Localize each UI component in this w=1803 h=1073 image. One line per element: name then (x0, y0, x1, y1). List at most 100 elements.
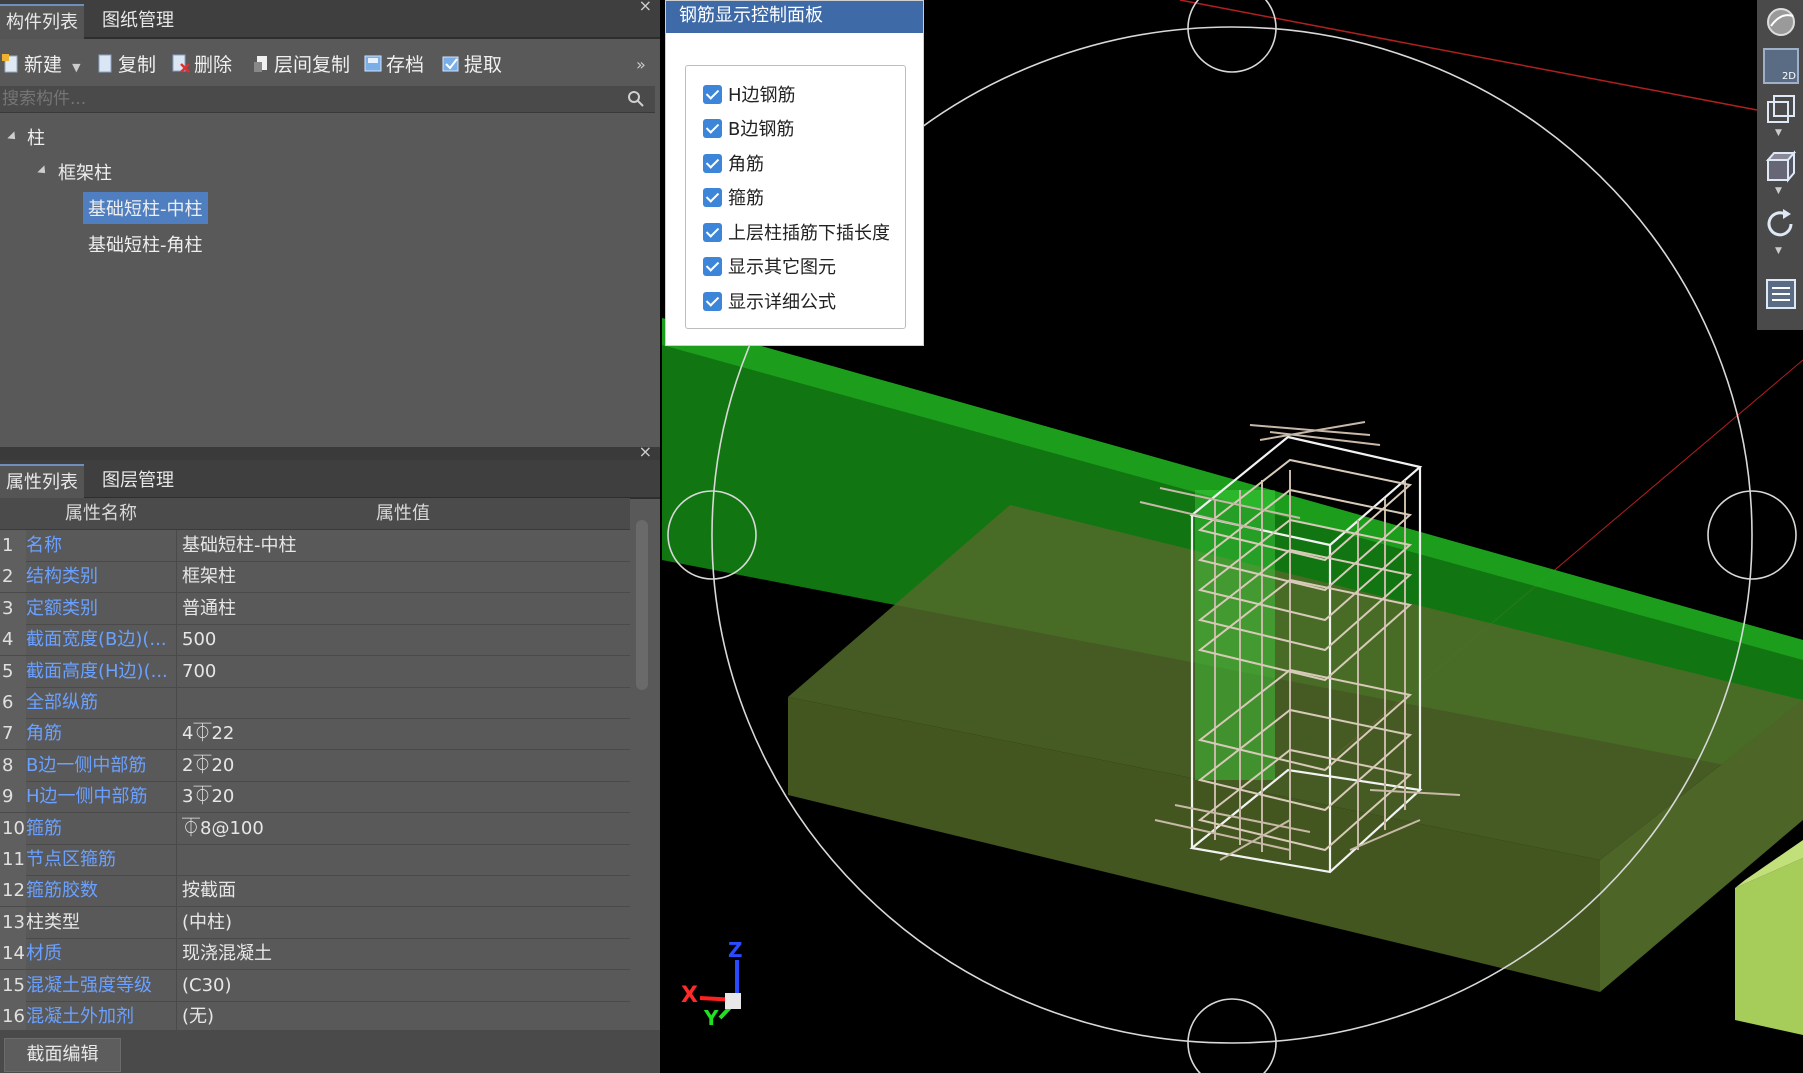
layer-panel-icon[interactable] (1763, 276, 1799, 312)
expand-arrow-icon[interactable] (7, 131, 19, 143)
option-show-other-elements[interactable]: 显示其它图元 (703, 253, 836, 279)
search-input[interactable] (0, 86, 614, 112)
property-value[interactable] (182, 687, 622, 718)
component-toolbar: 新建 ▼ 复制 删除 层间复制 存档 提取 » (0, 47, 660, 83)
expand-arrow-icon[interactable] (37, 165, 49, 177)
property-row[interactable]: 5 截面高度(H边)(... 700 (0, 655, 630, 688)
property-table-header: 属性名称 属性值 (0, 498, 630, 530)
option-label: 显示其它图元 (728, 257, 836, 278)
property-value[interactable]: 500 (182, 624, 622, 655)
search-icon[interactable] (627, 90, 645, 108)
property-value[interactable]: 4⏁22 (182, 718, 622, 749)
property-name: 截面宽度(B边)(... (26, 629, 167, 651)
close-icon[interactable]: × (639, 442, 652, 461)
section-edit-button[interactable]: 截面编辑 (4, 1038, 121, 1072)
property-value[interactable]: 普通柱 (182, 593, 622, 624)
checkbox-checked-icon[interactable] (703, 154, 722, 173)
chevron-down-icon[interactable]: ▼ (1775, 246, 1782, 256)
control-panel-title[interactable]: 钢筋显示控制面板 (666, 1, 923, 33)
checkbox-checked-icon[interactable] (703, 188, 722, 207)
chevron-down-icon[interactable]: ▼ (1775, 186, 1782, 196)
property-value[interactable]: ⏁8@100 (182, 813, 622, 844)
new-button[interactable]: 新建 ▼ (2, 51, 81, 79)
property-name: 结构类别 (26, 566, 98, 588)
component-tabbar: 构件列表 图纸管理 × (0, 0, 660, 39)
rebar-display-control-panel: 钢筋显示控制面板 H边钢筋 B边钢筋 角筋 箍筋 上层柱插筋下插长度 显示其它图… (665, 0, 924, 346)
save-archive-button[interactable]: 存档 (364, 51, 424, 79)
chevron-down-icon[interactable]: ▼ (72, 61, 80, 74)
vertical-scrollbar[interactable] (636, 520, 648, 690)
orbit-handle-bottom[interactable] (1187, 998, 1277, 1073)
property-name: 名称 (26, 535, 62, 556)
property-row[interactable]: 13 柱类型 (中柱) (0, 906, 630, 939)
option-label: 上层柱插筋下插长度 (728, 223, 890, 244)
checkbox-checked-icon[interactable] (703, 223, 722, 242)
floor-copy-button[interactable]: 层间复制 (252, 51, 350, 79)
checkbox-checked-icon[interactable] (703, 119, 722, 138)
property-row[interactable]: 9 H边一侧中部筋 3⏁20 (0, 781, 630, 814)
property-value[interactable]: 按截面 (182, 875, 622, 906)
property-value[interactable]: 700 (182, 656, 622, 687)
toolbar-overflow-button[interactable]: » (636, 51, 646, 79)
chevron-down-icon[interactable]: ▼ (1775, 128, 1782, 138)
copy-button[interactable]: 复制 (96, 51, 156, 79)
property-value[interactable]: 基础短柱-中柱 (182, 530, 622, 561)
close-icon[interactable]: × (639, 0, 652, 15)
property-row[interactable]: 14 材质 现浇混凝土 (0, 938, 630, 971)
property-value[interactable]: 框架柱 (182, 561, 622, 592)
property-row[interactable]: 3 定额类别 普通柱 (0, 592, 630, 625)
property-row[interactable]: 6 全部纵筋 (0, 687, 630, 719)
row-number: 15 (0, 969, 26, 1001)
checkbox-checked-icon[interactable] (703, 85, 722, 104)
option-corner-rebar[interactable]: 角筋 (703, 150, 764, 176)
property-row[interactable]: 16 混凝土外加剂 (无) (0, 1001, 630, 1033)
delete-icon (172, 54, 190, 73)
property-row[interactable]: 4 截面宽度(B边)(... 500 (0, 624, 630, 657)
property-row[interactable]: 2 结构类别 框架柱 (0, 561, 630, 594)
save-label: 存档 (386, 54, 425, 76)
property-row[interactable]: 11 节点区箍筋 (0, 844, 630, 876)
property-value[interactable]: (无) (182, 1001, 622, 1032)
orbit-handle-top[interactable] (1187, 0, 1277, 73)
row-number: 2 (0, 561, 26, 593)
tree-item-corner-column[interactable]: 基础短柱-角柱 (88, 231, 203, 257)
option-label: 显示详细公式 (728, 292, 836, 313)
option-show-detailed-formula[interactable]: 显示详细公式 (703, 288, 836, 314)
property-row[interactable]: 10 箍筋 ⏁8@100 (0, 812, 630, 845)
property-value[interactable]: 2⏁20 (182, 750, 622, 781)
checkbox-checked-icon[interactable] (703, 292, 722, 311)
option-h-edge-rebar[interactable]: H边钢筋 (703, 81, 796, 107)
tree-node-frame-column[interactable]: 框架柱 (58, 159, 112, 185)
tab-layer-management[interactable]: 图层管理 (96, 464, 180, 497)
property-row[interactable]: 8 B边一侧中部筋 2⏁20 (0, 749, 630, 782)
property-row[interactable]: 12 箍筋胶数 按截面 (0, 875, 630, 908)
option-upper-dowel-length[interactable]: 上层柱插筋下插长度 (703, 219, 890, 245)
property-value[interactable]: (C30) (182, 970, 622, 1001)
property-value[interactable]: 现浇混凝土 (182, 938, 622, 969)
property-value[interactable] (182, 844, 622, 875)
sphere-render-icon[interactable] (1763, 4, 1799, 40)
view-2d-button[interactable]: 2D (1763, 48, 1799, 84)
option-stirrup[interactable]: 箍筋 (703, 184, 764, 210)
delete-button[interactable]: 删除 (172, 51, 232, 79)
solid-view-icon[interactable] (1763, 148, 1799, 184)
column-divider (176, 749, 177, 781)
extract-button[interactable]: 提取 (442, 51, 502, 79)
property-value[interactable]: 3⏁20 (182, 781, 622, 812)
property-row[interactable]: 15 混凝土强度等级 (C30) (0, 969, 630, 1002)
column-divider (176, 875, 177, 907)
view-toolbar: 2D ▼ ▼ ▼ (1757, 0, 1803, 330)
wireframe-view-icon[interactable] (1763, 92, 1799, 128)
tree-item-middle-column[interactable]: 基础短柱-中柱 (83, 192, 208, 224)
tab-drawing-management[interactable]: 图纸管理 (96, 4, 180, 37)
option-b-edge-rebar[interactable]: B边钢筋 (703, 115, 794, 141)
property-row[interactable]: 1 名称 基础短柱-中柱 (0, 530, 630, 562)
row-number: 4 (0, 624, 26, 656)
tab-property-list[interactable]: 属性列表 (0, 464, 84, 499)
property-value[interactable]: (中柱) (182, 907, 622, 938)
tab-component-list[interactable]: 构件列表 (0, 4, 84, 39)
property-row[interactable]: 7 角筋 4⏁22 (0, 718, 630, 751)
tree-node-column[interactable]: 柱 (27, 124, 45, 150)
checkbox-checked-icon[interactable] (703, 257, 722, 276)
rotate-icon[interactable] (1763, 206, 1799, 242)
